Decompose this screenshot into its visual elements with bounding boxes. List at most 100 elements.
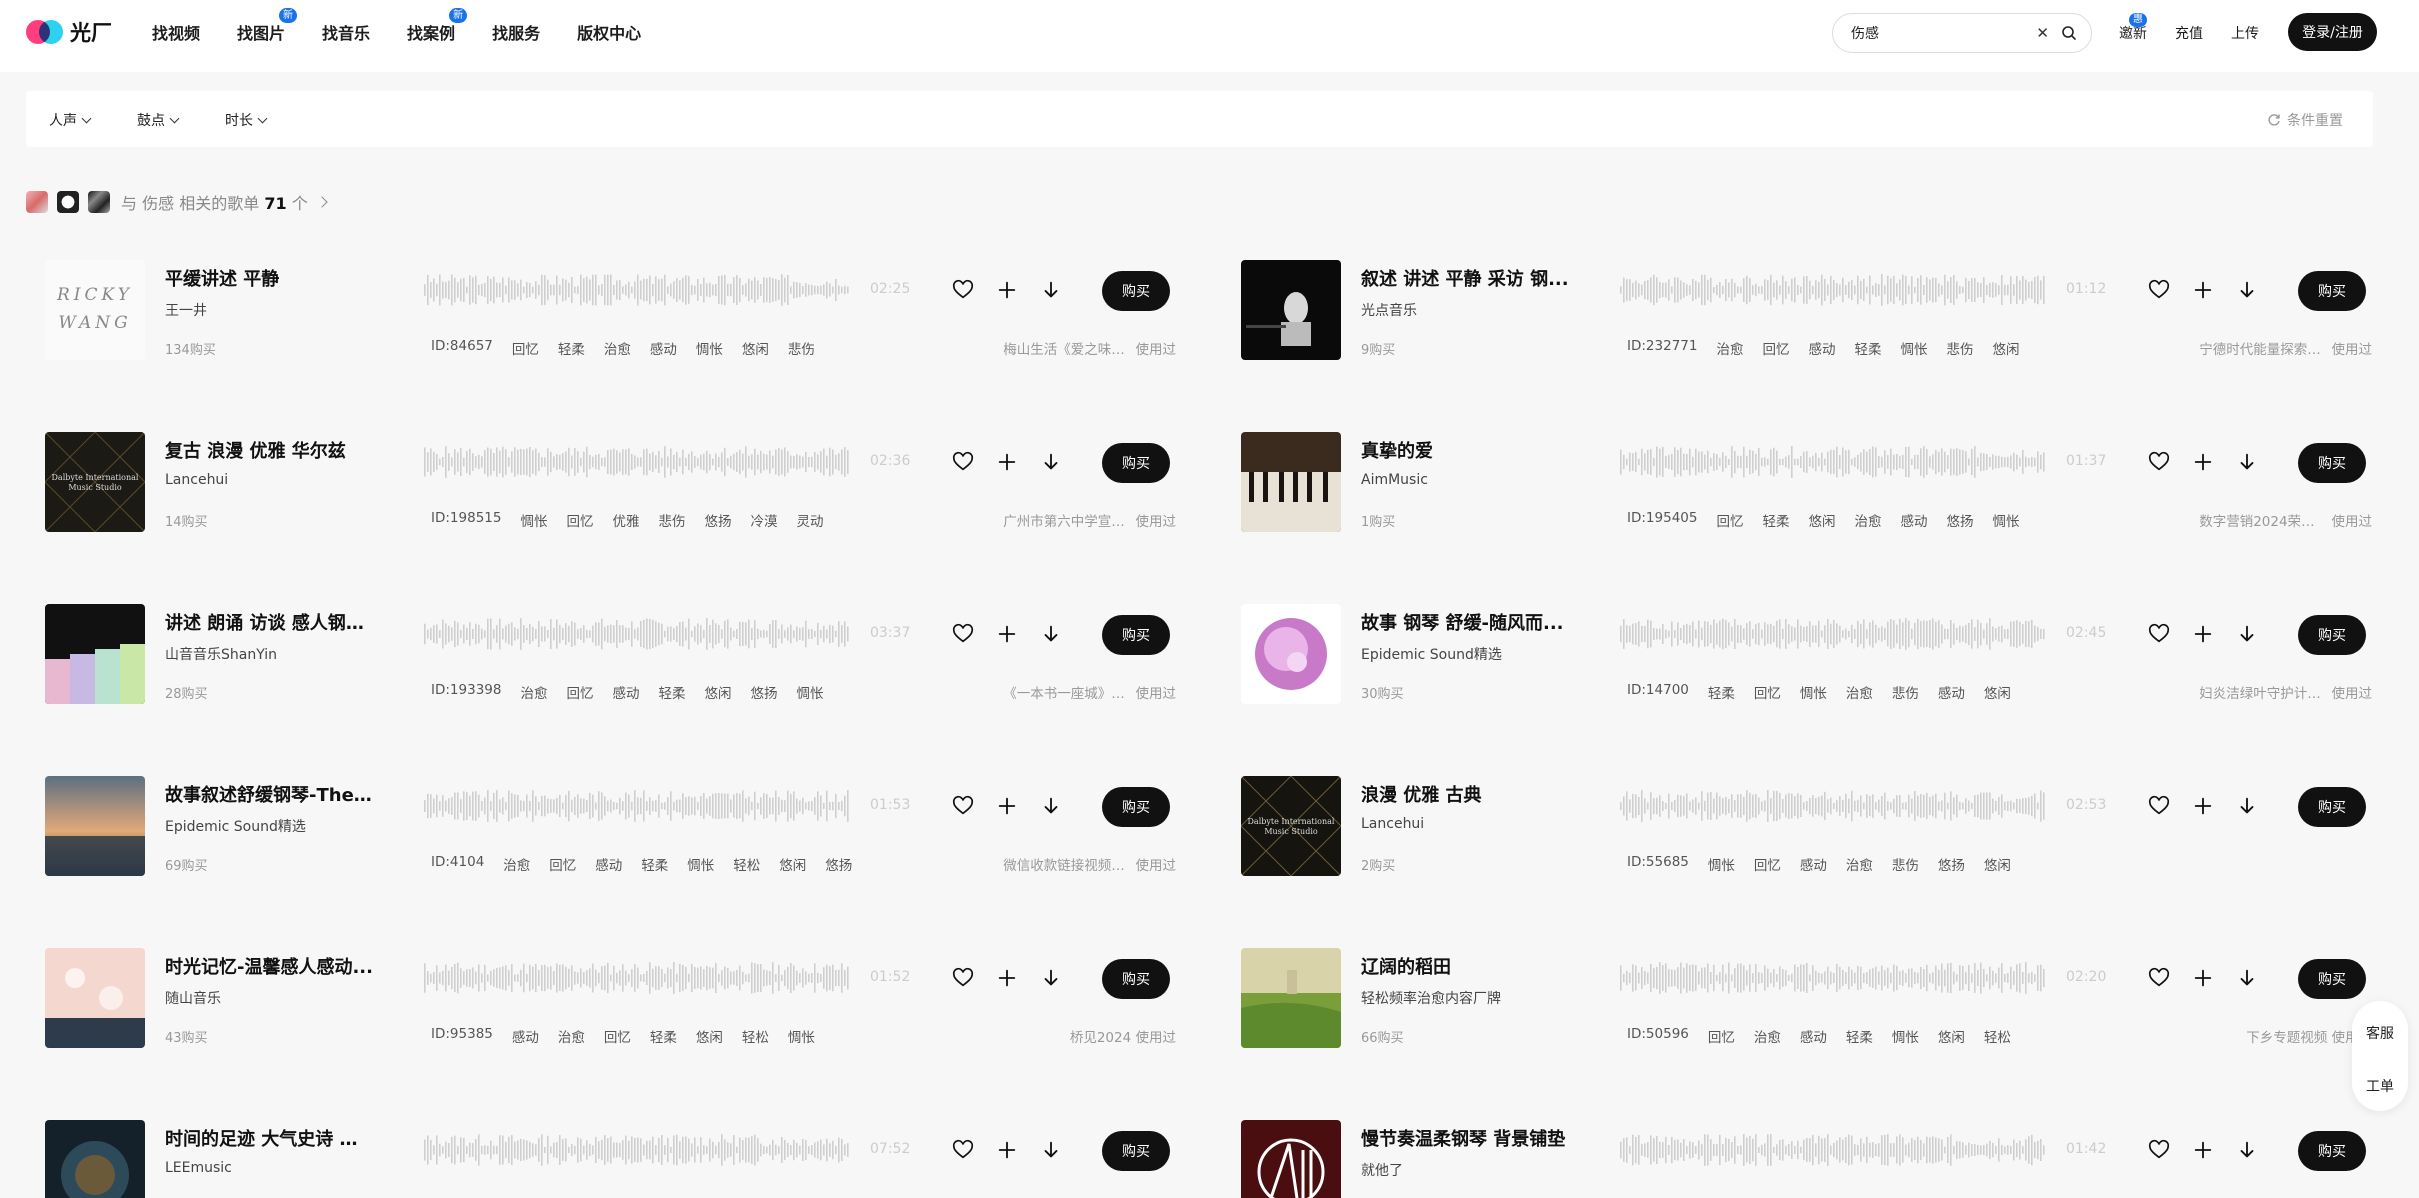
track-usage-info[interactable]: 数字营销2024荣耀... 使用过 [2199, 510, 2372, 530]
add-plus-icon[interactable] [994, 449, 1020, 475]
track-cover-image[interactable] [1241, 260, 1341, 360]
track-tag[interactable]: 轻柔 [558, 338, 585, 358]
buy-button[interactable]: 购买 [1102, 615, 1170, 655]
favorite-heart-icon[interactable] [950, 965, 976, 991]
track-tag[interactable]: 优雅 [612, 510, 639, 530]
track-artist[interactable]: Epidemic Sound精选 [1361, 644, 1571, 664]
track-tag[interactable]: 轻柔 [1708, 682, 1735, 702]
track-usage-info[interactable]: 微信收款链接视频制作 使用过 [1003, 854, 1176, 874]
track-title[interactable]: 叙述 讲述 平静 采访 钢... [1361, 265, 1571, 291]
track-usage-info[interactable]: 妇炎洁绿叶守护计划... 使用过 [2199, 682, 2372, 702]
add-plus-icon[interactable] [2190, 793, 2216, 819]
download-icon[interactable] [2234, 449, 2260, 475]
track-card[interactable]: Dalbyte International Music Studio 复古 浪漫 优… [26, 432, 1176, 532]
track-tag[interactable]: 感动 [612, 682, 639, 702]
add-plus-icon[interactable] [994, 965, 1020, 991]
track-tag[interactable]: 悠闲 [704, 682, 731, 702]
favorite-heart-icon[interactable] [2146, 277, 2172, 303]
track-tag[interactable]: 悠扬 [1946, 510, 1973, 530]
track-tag[interactable]: 悠闲 [779, 854, 806, 874]
filter-drum[interactable]: 鼓点 [137, 110, 180, 130]
track-usage-info[interactable]: 《一本书一座城》宣... 使用过 [1003, 682, 1176, 702]
download-icon[interactable] [1038, 621, 1064, 647]
nav-item-services[interactable]: 找服务 [492, 20, 540, 44]
invite-link[interactable]: 邀新 惠 [2119, 13, 2147, 43]
track-tag[interactable]: 治愈 [1846, 854, 1873, 874]
track-tag[interactable]: 回忆 [1754, 682, 1781, 702]
track-usage-info[interactable]: 梅山生活《爱之味》... 使用过 [1003, 338, 1176, 358]
track-card[interactable]: 故事叙述舒缓钢琴-The ... Epidemic Sound精选 69购买 01:5… [26, 776, 1176, 876]
track-tag[interactable]: 惆怅 [1708, 854, 1735, 874]
upload-link[interactable]: 上传 [2231, 23, 2259, 43]
track-title[interactable]: 故事叙述舒缓钢琴-The ... [165, 781, 375, 807]
track-tag[interactable]: 悲伤 [1946, 338, 1973, 358]
track-usage-info[interactable]: 宁德时代能量探索家... 使用过 [2199, 338, 2372, 358]
track-cover-image[interactable] [1241, 432, 1341, 532]
track-card[interactable]: 讲述 朗诵 访谈 感人钢琴曲 山音音乐ShanYin 28购买 03:37 购买 ID:1… [26, 604, 1176, 704]
track-artist[interactable]: 王一井 [165, 300, 375, 320]
nav-item-cases[interactable]: 找案例新 [407, 8, 468, 44]
track-tag[interactable]: 回忆 [1754, 854, 1781, 874]
buy-button[interactable]: 购买 [2298, 787, 2366, 827]
nav-item-image[interactable]: 找图片新 [237, 8, 298, 44]
download-icon[interactable] [2234, 793, 2260, 819]
waveform[interactable] [424, 270, 854, 310]
track-title[interactable]: 时光记忆-温馨感人感动... [165, 953, 375, 979]
track-tag[interactable]: 回忆 [512, 338, 539, 358]
track-tag[interactable]: 感动 [1800, 1026, 1827, 1046]
waveform[interactable] [424, 958, 854, 998]
track-artist[interactable]: 随山音乐 [165, 988, 375, 1008]
nav-item-copyright[interactable]: 版权中心 [577, 20, 641, 44]
track-tag[interactable]: 治愈 [558, 1026, 585, 1046]
favorite-heart-icon[interactable] [2146, 449, 2172, 475]
favorite-heart-icon[interactable] [2146, 793, 2172, 819]
track-card[interactable]: 时间的足迹 大气史诗 宣... LEEmusic 07:52 购买 [26, 1120, 1176, 1198]
track-artist[interactable]: AimMusic [1361, 472, 1571, 488]
favorite-heart-icon[interactable] [2146, 965, 2172, 991]
favorite-heart-icon[interactable] [2146, 621, 2172, 647]
track-card[interactable]: 真挚的爱 AimMusic 1购买 01:37 购买 ID:195405 回忆 轻柔 悠闲 治愈感… [1222, 432, 2372, 532]
track-tag[interactable]: 悠闲 [742, 338, 769, 358]
track-tag[interactable]: 治愈 [1846, 682, 1873, 702]
add-plus-icon[interactable] [994, 277, 1020, 303]
track-title[interactable]: 浪漫 优雅 古典 [1361, 781, 1571, 807]
track-tag[interactable]: 惆怅 [520, 510, 547, 530]
filter-vocal[interactable]: 人声 [49, 110, 92, 130]
track-tag[interactable]: 冷漠 [750, 510, 777, 530]
track-tag[interactable]: 感动 [650, 338, 677, 358]
track-cover-image[interactable] [45, 948, 145, 1048]
login-button[interactable]: 登录/注册 [2288, 13, 2377, 51]
add-plus-icon[interactable] [2190, 277, 2216, 303]
download-icon[interactable] [1038, 1137, 1064, 1163]
track-title[interactable]: 讲述 朗诵 访谈 感人钢琴曲 [165, 609, 375, 635]
track-tag[interactable]: 回忆 [1762, 338, 1789, 358]
track-tag[interactable]: 治愈 [604, 338, 631, 358]
track-tag[interactable]: 感动 [595, 854, 622, 874]
waveform[interactable] [1620, 442, 2050, 482]
favorite-heart-icon[interactable] [950, 793, 976, 819]
add-plus-icon[interactable] [994, 793, 1020, 819]
recharge-link[interactable]: 充值 [2175, 23, 2203, 43]
track-tag[interactable]: 感动 [1800, 854, 1827, 874]
buy-button[interactable]: 购买 [2298, 1131, 2366, 1171]
track-artist[interactable]: 山音音乐ShanYin [165, 644, 375, 664]
track-cover-image[interactable] [1241, 604, 1341, 704]
favorite-heart-icon[interactable] [2146, 1137, 2172, 1163]
track-tag[interactable]: 惆怅 [1800, 682, 1827, 702]
download-icon[interactable] [1038, 793, 1064, 819]
track-tag[interactable]: 悠闲 [1808, 510, 1835, 530]
download-icon[interactable] [2234, 965, 2260, 991]
track-cover-image[interactable]: RICKY WANG [45, 260, 145, 360]
related-playlists-link[interactable]: 与 伤感 相关的歌单 71 个 [26, 190, 328, 214]
track-card[interactable]: Dalbyte International Music Studio 浪漫 优雅 古… [1222, 776, 2372, 876]
add-plus-icon[interactable] [994, 621, 1020, 647]
track-title[interactable]: 平缓讲述 平静 [165, 265, 375, 291]
download-icon[interactable] [2234, 621, 2260, 647]
track-artist[interactable]: LEEmusic [165, 1160, 375, 1176]
track-artist[interactable]: Epidemic Sound精选 [165, 816, 375, 836]
track-tag[interactable]: 灵动 [796, 510, 823, 530]
track-tag[interactable]: 回忆 [604, 1026, 631, 1046]
track-tag[interactable]: 轻柔 [641, 854, 668, 874]
track-cover-image[interactable]: Dalbyte International Music Studio [1241, 776, 1341, 876]
buy-button[interactable]: 购买 [2298, 443, 2366, 483]
